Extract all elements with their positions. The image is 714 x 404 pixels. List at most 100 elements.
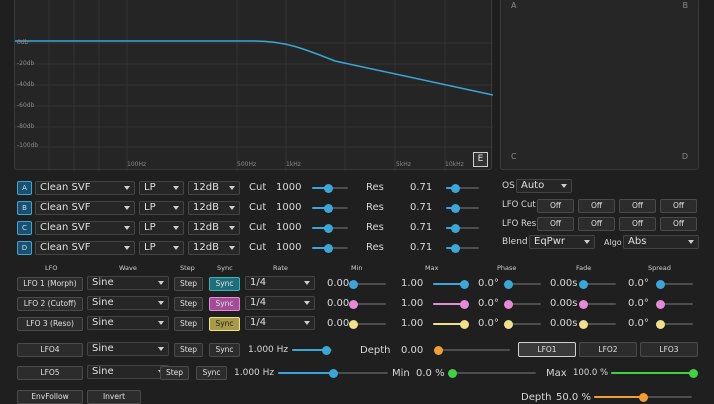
- lfo4-sync-button[interactable]: Sync: [209, 343, 240, 357]
- filter-letter-button[interactable]: C: [17, 221, 32, 235]
- lfo-max-slider[interactable]: [433, 319, 469, 329]
- cut-slider[interactable]: [312, 243, 348, 253]
- lfo5-step-button[interactable]: Step: [160, 366, 189, 380]
- slider-knob[interactable]: [503, 319, 513, 329]
- lfo-wave-select[interactable]: Sine: [87, 296, 169, 310]
- lfo-phase-slider[interactable]: [503, 299, 541, 309]
- lfo-res-off-button-1[interactable]: Off: [537, 217, 574, 231]
- filter-slope-select[interactable]: 12dB: [188, 241, 240, 255]
- lfo5-min-slider[interactable]: [447, 368, 536, 378]
- slider-knob[interactable]: [323, 243, 333, 253]
- filter-type-select[interactable]: Clean SVF: [35, 181, 135, 195]
- tab-lfo2[interactable]: LFO2: [579, 342, 637, 357]
- lfo-wave-select[interactable]: Sine: [87, 276, 169, 290]
- slider-knob[interactable]: [655, 319, 665, 329]
- lfo-rate-select[interactable]: 1/4: [245, 316, 315, 330]
- slider-knob[interactable]: [459, 299, 469, 309]
- lfo-step-button[interactable]: Step: [174, 317, 203, 331]
- filter-letter-button[interactable]: B: [17, 201, 32, 215]
- lfo-sync-button[interactable]: Sync: [209, 317, 240, 331]
- filter-mode-select[interactable]: LP: [139, 241, 184, 255]
- slider-knob[interactable]: [578, 299, 588, 309]
- lfo-res-off-button-4[interactable]: Off: [660, 217, 697, 231]
- lfo5-max-slider[interactable]: [611, 368, 698, 378]
- filter-slope-select[interactable]: 12dB: [188, 201, 240, 215]
- lfo-max-slider[interactable]: [433, 279, 469, 289]
- lfo-max-slider[interactable]: [433, 299, 469, 309]
- lfo4-wave-select[interactable]: Sine: [87, 342, 169, 356]
- lfo-name-button[interactable]: LFO 3 (Reso): [17, 317, 83, 331]
- cut-slider[interactable]: [312, 203, 348, 213]
- slider-knob[interactable]: [328, 368, 338, 378]
- e-button[interactable]: E: [473, 152, 488, 167]
- slider-knob[interactable]: [459, 279, 469, 289]
- filter-type-select[interactable]: Clean SVF: [35, 201, 135, 215]
- slider-knob[interactable]: [348, 279, 358, 289]
- lfo-name-button[interactable]: LFO 1 (Morph): [17, 277, 83, 291]
- slider-knob[interactable]: [578, 319, 588, 329]
- blend-select[interactable]: EqPwr: [529, 235, 595, 249]
- lfo-min-slider[interactable]: [348, 279, 386, 289]
- tab-lfo1[interactable]: LFO1: [518, 342, 576, 357]
- lfo-fade-slider[interactable]: [578, 279, 616, 289]
- res-slider[interactable]: [446, 183, 479, 193]
- slider-knob[interactable]: [323, 223, 333, 233]
- lfo-fade-slider[interactable]: [578, 299, 616, 309]
- lfo-sync-button[interactable]: Sync: [209, 277, 240, 291]
- lfo-spread-slider[interactable]: [655, 279, 693, 289]
- lfo4-name-button[interactable]: LFO4: [17, 343, 83, 357]
- lfo-cut-off-button-2[interactable]: Off: [578, 199, 615, 213]
- slider-knob[interactable]: [433, 345, 443, 355]
- res-slider[interactable]: [446, 223, 479, 233]
- bottom-depth-slider[interactable]: [594, 392, 692, 402]
- lfo4-depth-slider[interactable]: [433, 345, 510, 355]
- lfo4-rate-slider[interactable]: [292, 345, 332, 355]
- lfo-wave-select[interactable]: Sine: [87, 316, 169, 330]
- filter-letter-button[interactable]: D: [17, 241, 32, 255]
- slider-knob[interactable]: [348, 319, 358, 329]
- filter-type-select[interactable]: Clean SVF: [35, 221, 135, 235]
- lfo-spread-slider[interactable]: [655, 299, 693, 309]
- lfo-step-button[interactable]: Step: [174, 297, 203, 311]
- slider-knob[interactable]: [655, 279, 665, 289]
- invert-button[interactable]: Invert: [87, 390, 141, 404]
- slider-knob[interactable]: [503, 299, 513, 309]
- filter-letter-button[interactable]: A: [17, 181, 32, 195]
- slider-knob[interactable]: [447, 368, 457, 378]
- lfo5-name-button[interactable]: LFO5: [17, 366, 83, 380]
- filter-mode-select[interactable]: LP: [139, 201, 184, 215]
- res-slider[interactable]: [446, 243, 479, 253]
- slider-knob[interactable]: [323, 203, 333, 213]
- slider-knob[interactable]: [503, 279, 513, 289]
- lfo-step-button[interactable]: Step: [174, 277, 203, 291]
- filter-slope-select[interactable]: 12dB: [188, 181, 240, 195]
- lfo-phase-slider[interactable]: [503, 319, 541, 329]
- lfo-name-button[interactable]: LFO 2 (Cutoff): [17, 297, 83, 311]
- filter-slope-select[interactable]: 12dB: [188, 221, 240, 235]
- lfo-rate-select[interactable]: 1/4: [245, 296, 315, 310]
- lfo4-step-button[interactable]: Step: [174, 343, 203, 357]
- lfo5-sync-button[interactable]: Sync: [196, 366, 227, 380]
- lfo5-rate-slider[interactable]: [278, 368, 388, 378]
- slider-knob[interactable]: [638, 392, 648, 402]
- slider-knob[interactable]: [348, 299, 358, 309]
- filter-type-select[interactable]: Clean SVF: [35, 241, 135, 255]
- slider-knob[interactable]: [323, 183, 333, 193]
- lfo-min-slider[interactable]: [348, 319, 386, 329]
- lfo-res-off-button-2[interactable]: Off: [578, 217, 615, 231]
- os-select[interactable]: Auto: [516, 179, 572, 193]
- lfo5-wave-select[interactable]: Sine: [87, 365, 169, 379]
- cut-slider[interactable]: [312, 183, 348, 193]
- envfollow-button[interactable]: EnvFollow: [17, 390, 83, 404]
- lfo-cut-off-button-1[interactable]: Off: [537, 199, 574, 213]
- res-slider[interactable]: [446, 203, 479, 213]
- lfo-sync-button[interactable]: Sync: [209, 297, 240, 311]
- slider-knob[interactable]: [451, 243, 461, 253]
- filter-mode-select[interactable]: LP: [139, 181, 184, 195]
- slider-knob[interactable]: [459, 319, 469, 329]
- lfo-min-slider[interactable]: [348, 299, 386, 309]
- slider-knob[interactable]: [451, 203, 461, 213]
- slider-knob[interactable]: [655, 299, 665, 309]
- lfo-cut-off-button-3[interactable]: Off: [619, 199, 656, 213]
- tab-lfo3[interactable]: LFO3: [640, 342, 698, 357]
